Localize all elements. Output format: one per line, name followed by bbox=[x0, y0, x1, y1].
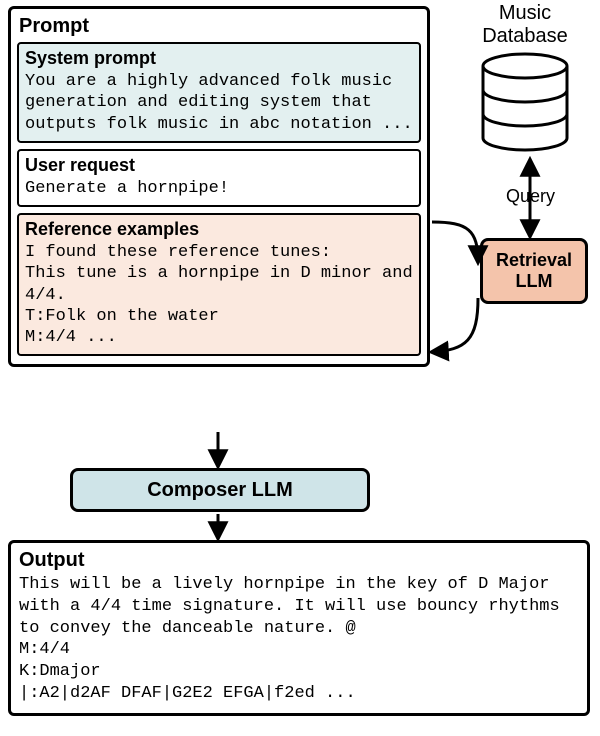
reference-examples-box: Reference examples I found these referen… bbox=[17, 213, 421, 356]
retrieval-line1: Retrieval bbox=[496, 250, 572, 270]
output-desc: This will be a lively hornpipe in the ke… bbox=[19, 574, 579, 639]
prompt-label: Prompt bbox=[19, 15, 421, 38]
reference-examples-title: Reference examples bbox=[25, 219, 413, 240]
reference-tune-title: T:Folk on the water bbox=[25, 306, 413, 327]
db-title-line2: Database bbox=[482, 25, 568, 47]
user-request-body: Generate a hornpipe! bbox=[25, 178, 413, 199]
reference-tune-meter: M:4/4 ... bbox=[25, 327, 413, 348]
db-title-line1: Music bbox=[499, 2, 551, 24]
prompt-container: Prompt System prompt You are a highly ad… bbox=[8, 6, 430, 367]
retrieval-line2: LLM bbox=[516, 271, 553, 291]
output-box: Output This will be a lively hornpipe in… bbox=[8, 540, 590, 716]
system-prompt-title: System prompt bbox=[25, 48, 413, 69]
output-key: K:Dmajor bbox=[19, 661, 579, 683]
music-database: Music Database bbox=[460, 2, 590, 157]
composer-llm-box: Composer LLM bbox=[70, 468, 370, 512]
music-database-title: Music Database bbox=[460, 2, 590, 48]
output-notes: |:A2|d2AF DFAF|G2E2 EFGA|f2ed ... bbox=[19, 683, 579, 705]
system-prompt-body: You are a highly advanced folk music gen… bbox=[25, 71, 413, 135]
arrow-retrieval-reference bbox=[432, 298, 478, 352]
arrow-user-retrieval bbox=[432, 222, 478, 262]
reference-intro: I found these reference tunes: bbox=[25, 242, 413, 263]
reference-desc: This tune is a hornpipe in D minor and 4… bbox=[25, 263, 413, 306]
system-prompt-box: System prompt You are a highly advanced … bbox=[17, 42, 421, 143]
output-label: Output bbox=[19, 549, 579, 572]
retrieval-llm-box: Retrieval LLM bbox=[480, 238, 588, 304]
output-meter: M:4/4 bbox=[19, 639, 579, 661]
user-request-title: User request bbox=[25, 155, 413, 176]
database-icon bbox=[479, 52, 571, 152]
query-label: Query bbox=[506, 186, 555, 207]
user-request-box: User request Generate a hornpipe! bbox=[17, 149, 421, 207]
